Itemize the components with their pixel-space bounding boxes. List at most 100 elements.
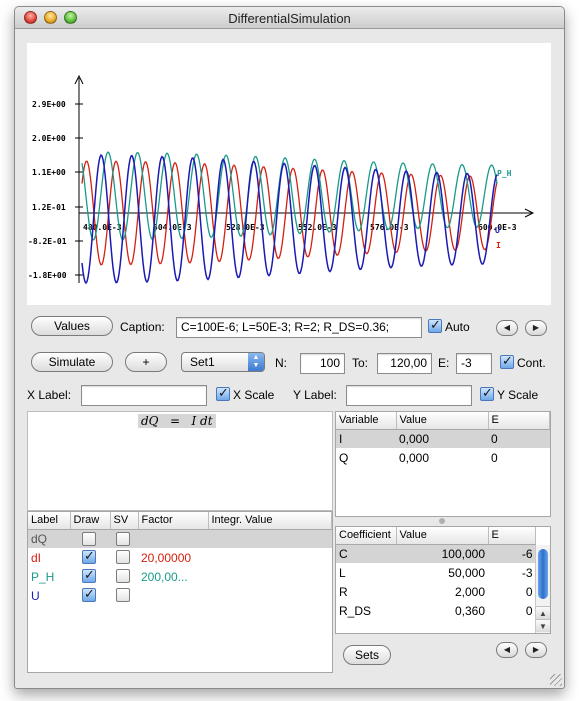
- coefficient-value[interactable]: 100,000: [396, 544, 488, 563]
- variable-name: I: [336, 429, 396, 448]
- coefficient-e[interactable]: -3: [488, 563, 536, 582]
- add-button[interactable]: +: [125, 352, 167, 372]
- caption-field[interactable]: C=100E-6; L=50E-3; R=2; R_DS=0.36;: [176, 317, 422, 338]
- to-label: To:: [352, 356, 369, 370]
- x-scale-checkbox[interactable]: [216, 385, 230, 401]
- variable-e[interactable]: 0: [488, 448, 550, 467]
- draw-checkbox[interactable]: [82, 586, 96, 602]
- set-popup-value: Set1: [190, 355, 215, 369]
- sv-cell: [110, 586, 138, 605]
- coefficients-header-value[interactable]: Value: [396, 527, 489, 545]
- n-label: N:: [275, 356, 287, 370]
- sv-cell: [110, 567, 138, 586]
- coefficient-value[interactable]: 2,000: [396, 582, 488, 601]
- sets-prev-button[interactable]: ◀: [496, 642, 518, 658]
- integr-value-cell[interactable]: [208, 548, 332, 567]
- draw-cell: [70, 548, 110, 567]
- y-tick-label: 1.2E-01: [32, 203, 66, 212]
- y-tick-label: 2.9E+00: [32, 100, 66, 109]
- table-row[interactable]: Q 0,000 0: [336, 448, 550, 467]
- n-field[interactable]: 100: [300, 353, 345, 374]
- table-row[interactable]: dI 20,00000: [28, 548, 332, 567]
- title-bar: DifferentialSimulation: [15, 7, 564, 29]
- labels-header-sv[interactable]: SV: [110, 512, 139, 530]
- x-label-field[interactable]: [81, 385, 207, 406]
- draw-checkbox[interactable]: [82, 548, 96, 564]
- table-row[interactable]: R 2,000 0: [336, 582, 536, 601]
- table-row[interactable]: L 50,000 -3: [336, 563, 536, 582]
- table-row[interactable]: R_DS 0,360 0: [336, 601, 536, 620]
- sv-checkbox[interactable]: [116, 569, 130, 583]
- variables-header-e[interactable]: E: [488, 412, 550, 430]
- cont-checkbox[interactable]: [500, 353, 514, 369]
- sv-checkbox[interactable]: [116, 550, 130, 564]
- split-view-handle[interactable]: [439, 518, 445, 524]
- factor-cell[interactable]: [138, 586, 208, 605]
- sv-cell: [110, 548, 138, 567]
- coefficients-header-coefficient[interactable]: Coefficient: [336, 527, 397, 545]
- coefficient-e[interactable]: 0: [488, 601, 536, 620]
- factor-cell[interactable]: 20,00000: [138, 548, 208, 567]
- y-tick-label: -1.8E+00: [28, 271, 67, 280]
- equation-editor[interactable]: dQ = I dt: [27, 411, 333, 511]
- coefficient-name: R_DS: [339, 603, 372, 618]
- sv-checkbox[interactable]: [116, 588, 130, 602]
- caption-next-button[interactable]: ▶: [525, 320, 547, 336]
- equation-rhs: I dt: [191, 414, 213, 428]
- e-field[interactable]: -3: [456, 353, 492, 374]
- to-field[interactable]: 120,00: [377, 353, 432, 374]
- coefficient-e[interactable]: 0: [488, 582, 536, 601]
- caption-prev-button[interactable]: ◀: [496, 320, 518, 336]
- set-popup[interactable]: Set1 ▲ ▼: [181, 352, 265, 372]
- factor-cell[interactable]: 200,00...: [138, 567, 208, 586]
- row-label: U: [31, 588, 40, 603]
- x-label-label: X Label:: [27, 388, 72, 402]
- variable-value[interactable]: 0,000: [396, 429, 488, 448]
- simulate-button[interactable]: Simulate: [31, 352, 113, 372]
- variable-e[interactable]: 0: [488, 429, 550, 448]
- values-button[interactable]: Values: [31, 316, 113, 336]
- scroll-down-arrow-icon[interactable]: ▼: [536, 619, 550, 632]
- y-tick-label: -8.2E-01: [28, 237, 67, 246]
- y-tick-label: 2.0E+00: [32, 134, 66, 143]
- draw-checkbox[interactable]: [82, 567, 96, 583]
- y-label-field[interactable]: [346, 385, 472, 406]
- variable-value[interactable]: 0,000: [396, 448, 488, 467]
- sets-button[interactable]: Sets: [343, 645, 391, 665]
- table-row[interactable]: C 100,000 -6: [336, 544, 536, 563]
- resize-grip-icon[interactable]: [550, 674, 562, 686]
- variables-header-variable[interactable]: Variable: [336, 412, 397, 430]
- labels-header-label[interactable]: Label: [28, 512, 71, 530]
- variables-header-value[interactable]: Value: [396, 412, 489, 430]
- integr-value-cell[interactable]: [208, 567, 332, 586]
- coefficients-header-e[interactable]: E: [488, 527, 536, 545]
- labels-header-draw[interactable]: Draw: [70, 512, 111, 530]
- scrollbar-thumb[interactable]: [538, 549, 548, 599]
- labels-header-factor[interactable]: Factor: [138, 512, 209, 530]
- sv-checkbox[interactable]: [116, 531, 130, 546]
- equation-lhs: dQ: [141, 414, 159, 428]
- table-row[interactable]: U: [28, 586, 332, 605]
- draw-cell: [70, 586, 110, 605]
- integr-value-cell[interactable]: [208, 529, 332, 548]
- draw-checkbox[interactable]: [82, 531, 96, 546]
- sv-cell: [110, 529, 138, 548]
- scroll-up-arrow-icon[interactable]: ▲: [536, 606, 550, 619]
- factor-cell[interactable]: [138, 529, 208, 548]
- auto-label: Auto: [445, 320, 470, 334]
- coefficient-value[interactable]: 50,000: [396, 563, 488, 582]
- table-row[interactable]: P_H 200,00...: [28, 567, 332, 586]
- table-row[interactable]: dQ: [28, 529, 332, 548]
- coefficient-e[interactable]: -6: [488, 544, 536, 563]
- integr-value-cell[interactable]: [208, 586, 332, 605]
- table-row[interactable]: I 0,000 0: [336, 429, 550, 448]
- coefficient-name: R: [339, 584, 348, 599]
- series-label-p-h: P_H: [497, 169, 512, 178]
- y-scale-checkbox[interactable]: [480, 385, 494, 401]
- series-label-u: U: [495, 226, 500, 235]
- coefficient-value[interactable]: 0,360: [396, 601, 488, 620]
- sets-next-button[interactable]: ▶: [525, 642, 547, 658]
- coefficients-scrollbar[interactable]: ▲ ▼: [535, 545, 550, 633]
- auto-checkbox[interactable]: [428, 317, 442, 333]
- labels-header-integr-value[interactable]: Integr. Value: [208, 512, 332, 530]
